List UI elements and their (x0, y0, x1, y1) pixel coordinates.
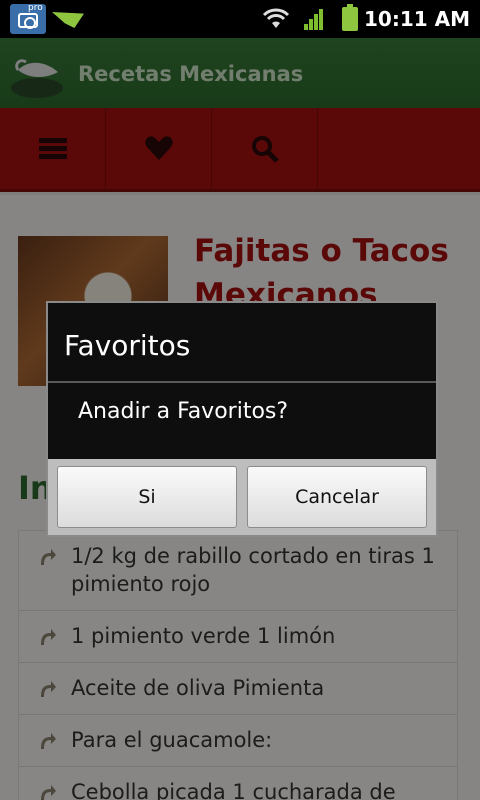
favorites-dialog: Favoritos Anadir a Favoritos? Si Cancela… (46, 301, 438, 537)
dialog-message: Anadir a Favoritos? (78, 399, 289, 424)
clock: 10:11 AM (363, 7, 470, 31)
battery-icon (342, 4, 358, 31)
confirm-button[interactable]: Si (57, 466, 237, 528)
camera-pro-badge: pro (28, 3, 43, 13)
dialog-divider (48, 381, 436, 383)
cancel-button[interactable]: Cancelar (247, 466, 427, 528)
status-bar: pro 10:11 AM (0, 0, 480, 38)
dialog-title: Favoritos (64, 329, 191, 362)
dialog-button-bar: Si Cancelar (48, 459, 436, 535)
wifi-icon (262, 8, 290, 28)
android-notification-icon (52, 12, 84, 28)
camera-pro-icon: pro (10, 3, 46, 34)
signal-icon (304, 8, 324, 30)
